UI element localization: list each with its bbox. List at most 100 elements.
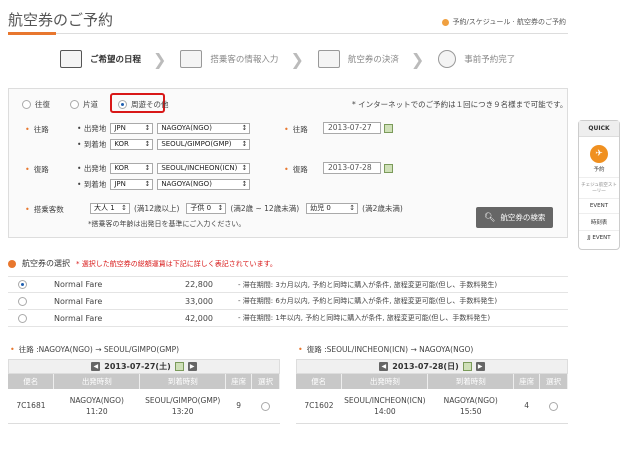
quick-item-timetable[interactable]: 時刻表 xyxy=(579,214,619,231)
flight-radio[interactable] xyxy=(261,401,271,411)
step-label: 航空券の決済 xyxy=(347,55,399,65)
infant-count-select[interactable]: 幼児 0 xyxy=(306,203,359,214)
step-indicator: ご希望の日程 ❯ 搭乗客の情報入力 ❯ 航空券の決済 ❯ 事前予約完了 xyxy=(60,45,529,73)
calendar-icon[interactable] xyxy=(462,362,472,371)
trip-roundtrip[interactable]: 往復 xyxy=(22,99,50,110)
radio-multi[interactable] xyxy=(118,100,127,109)
next-date-icon[interactable]: ▶ xyxy=(475,362,485,371)
adult-count-select[interactable]: 大人 1 xyxy=(90,203,130,214)
fare-list: Normal Fare 22,800 - 滞在期間: 3カ月以内, 予約と同時に… xyxy=(8,276,568,327)
trip-multi[interactable]: 周遊その他 xyxy=(118,99,169,110)
outbound-to-city-select[interactable]: SEOUL/GIMPO(GMP) xyxy=(157,139,251,150)
table-header: 座席 xyxy=(225,374,253,389)
outbound-to-country-select[interactable]: KOR xyxy=(110,139,154,150)
fare-radio[interactable] xyxy=(18,313,27,323)
prev-date-icon[interactable]: ◀ xyxy=(379,362,389,371)
outbound-date-group: 2013-07-27 xyxy=(323,122,393,134)
outbound-date-label: • 往路 xyxy=(284,125,308,134)
chevron-right-icon: ❯ xyxy=(410,49,425,69)
next-date-icon[interactable]: ▶ xyxy=(187,362,197,371)
outbound-from-row: • 出発地 JPN NAGOYA(NGO) xyxy=(77,123,251,134)
quick-item-jj-event[interactable]: JJ EVENT xyxy=(579,231,619,245)
trip-option-label: 片道 xyxy=(83,100,98,109)
fare-row[interactable]: Normal Fare 42,000 - 滞在期間: 1年以内, 予約と同時に購… xyxy=(8,310,568,327)
radio-oneway[interactable] xyxy=(70,100,79,109)
trip-oneway[interactable]: 片道 xyxy=(70,99,98,110)
return-from-country-select[interactable]: KOR xyxy=(110,163,154,174)
return-to-city-select[interactable]: NAGOYA(NGO) xyxy=(157,179,251,190)
table-header: 便名 xyxy=(296,374,343,389)
to-label: • 到着地 xyxy=(77,180,107,189)
passenger-counts: 大人 1 (満12歳以上) 子供 0 (満2歳 ~ 12歳未満) 幼児 0 (満… xyxy=(90,203,403,214)
step-label: 事前予約完了 xyxy=(464,55,516,65)
flight-radio[interactable] xyxy=(549,401,559,411)
outbound-from-city-select[interactable]: NAGOYA(NGO) xyxy=(157,123,251,134)
table-header: 出発時刻 xyxy=(53,374,141,389)
table-header: 出発時刻 xyxy=(341,374,429,389)
fare-name: Normal Fare xyxy=(54,280,103,289)
select-cell[interactable] xyxy=(539,389,568,424)
table-header: 座席 xyxy=(513,374,541,389)
fare-name: Normal Fare xyxy=(54,313,103,323)
quick-item-label: 予約 xyxy=(593,167,605,173)
return-label: • 復路 xyxy=(25,165,49,174)
calendar-icon[interactable] xyxy=(384,163,393,173)
radio-roundtrip[interactable] xyxy=(22,100,31,109)
quick-title: QUICK xyxy=(579,121,619,137)
return-route: • 復路 :SEOUL/INCHEON(ICN) → NAGOYA(NGO) xyxy=(298,345,474,354)
title-underline xyxy=(8,32,56,35)
fare-row[interactable]: Normal Fare 22,800 - 滞在期間: 3カ月以内, 予約と同時に… xyxy=(8,276,568,293)
return-to-country-select[interactable]: JPN xyxy=(110,179,154,190)
outbound-flight-date: 2013-07-27(土) xyxy=(104,362,171,371)
quick-item-reservation[interactable]: ✈ 予約 xyxy=(579,137,619,178)
fare-desc: - 滞在期間: 6カ月以内, 予約と同時に購入が条件, 旅程変更可能(但し、手数… xyxy=(238,297,498,305)
fare-name: Normal Fare xyxy=(54,296,103,306)
table-row[interactable]: 7C1602 SEOUL/INCHEON(ICN) 14:00 NAGOYA(NG… xyxy=(296,389,568,424)
quick-menu: QUICK ✈ 予約 チェジュ航空スト一リ一 EVENT 時刻表 JJ EVEN… xyxy=(578,120,620,250)
step-payment: 航空券の決済 ❯ xyxy=(317,49,425,69)
select-cell[interactable] xyxy=(251,389,280,424)
fare-row[interactable]: Normal Fare 33,000 - 滞在期間: 6カ月以内, 予約と同時に… xyxy=(8,293,568,310)
outbound-from-country-select[interactable]: JPN xyxy=(110,123,154,134)
prev-date-icon[interactable]: ◀ xyxy=(91,362,101,371)
return-date-input[interactable]: 2013-07-28 xyxy=(323,162,381,174)
search-icon: 🔍︎ xyxy=(484,212,496,223)
passengers-label: • 搭乗客数 xyxy=(25,205,64,214)
chevron-right-icon: ❯ xyxy=(290,49,304,69)
home-icon xyxy=(442,18,450,26)
fare-section-title: 航空券の選択 xyxy=(22,259,70,268)
fare-radio[interactable] xyxy=(18,280,27,289)
table-header: 便名 xyxy=(8,374,55,389)
fare-price: 42,000 xyxy=(185,313,213,323)
breadcrumb-text[interactable]: 予約/スケジュール · 航空券のご予約 xyxy=(452,17,566,27)
return-date-bar: ◀ 2013-07-28(日) ▶ xyxy=(296,359,568,374)
step-passenger: 搭乗客の情報入力 ❯ xyxy=(180,49,304,69)
search-button[interactable]: 🔍︎ 航空券の検索 xyxy=(476,207,554,228)
return-to-row: • 到着地 JPN NAGOYA(NGO) xyxy=(77,179,251,190)
outbound-to-row: • 到着地 KOR SEOUL/GIMPO(GMP) xyxy=(77,139,251,150)
calendar-icon[interactable] xyxy=(174,362,184,371)
outbound-flight-table: 便名 出発時刻 到着時刻 座席 選択 7C1681 NAGOYA(NGO) 11:… xyxy=(8,374,280,424)
outbound-date-input[interactable]: 2013-07-27 xyxy=(323,122,381,134)
step-label: ご希望の日程 xyxy=(90,55,142,65)
fare-price: 33,000 xyxy=(185,296,213,306)
breadcrumb: 予約/スケジュール · 航空券のご予約 xyxy=(442,17,566,27)
trip-option-label: 往復 xyxy=(35,100,50,109)
seat-count: 9 xyxy=(225,389,252,424)
step-schedule: ご希望の日程 ❯ xyxy=(60,50,166,69)
table-row[interactable]: 7C1681 NAGOYA(NGO) 11:20 SEOUL/GIMPO(GMP)… xyxy=(8,389,280,424)
fare-radio[interactable] xyxy=(18,296,27,306)
bullet-icon xyxy=(8,259,16,268)
fare-section-header: 航空券の選択 * 選択した航空券の総額運賃は下記に詳しく表記されています。 xyxy=(8,258,277,269)
fare-section-notice: * 選択した航空券の総額運賃は下記に詳しく表記されています。 xyxy=(76,259,277,268)
quick-item-event[interactable]: EVENT xyxy=(579,199,619,214)
table-header: 到着時刻 xyxy=(139,374,227,389)
quick-item-story[interactable]: チェジュ航空スト一リ一 xyxy=(579,178,619,199)
return-from-city-select[interactable]: SEOUL/INCHEON(ICN) xyxy=(157,163,251,174)
flight-number: 7C1681 xyxy=(8,389,54,424)
calendar-icon[interactable] xyxy=(384,123,393,133)
child-count-select[interactable]: 子供 0 xyxy=(186,203,227,214)
outbound-route: • 往路 :NAGOYA(NGO) → SEOUL/GIMPO(GMP) xyxy=(10,345,180,354)
step-label: 搭乗客の情報入力 xyxy=(210,55,279,65)
outbound-label: • 往路 xyxy=(25,125,49,134)
